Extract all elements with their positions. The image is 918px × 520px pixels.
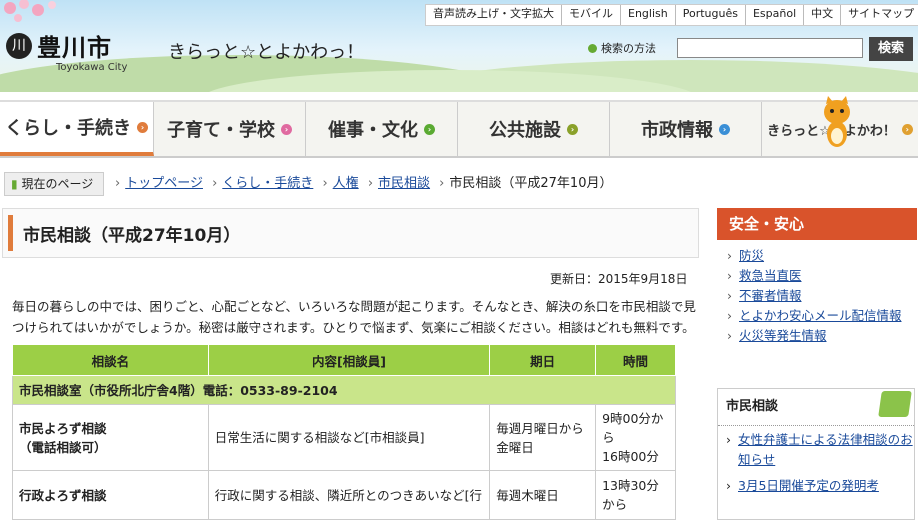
table-cell-date: 毎週木曜日 <box>489 470 597 520</box>
table-cell-name: 行政よろず相談 <box>12 470 209 520</box>
table-row: 行政よろず相談 行政に関する相談、隣近所とのつきあいなど[行 毎週木曜日 13時… <box>12 470 676 520</box>
link-text[interactable]: とよかわ安心メール配信情報 <box>739 308 902 323</box>
breadcrumb-current: 市民相談（平成27年10月） <box>449 176 613 191</box>
breadcrumb-here-label: ▮ 現在のページ <box>4 172 105 196</box>
link-text[interactable]: 3月5日開催予定の発明考 <box>738 478 879 493</box>
sidebar-link-emergency-doctor[interactable]: 救急当直医 <box>725 266 917 286</box>
search-input[interactable] <box>677 38 863 58</box>
nav-item-label: 公共施設 <box>489 120 561 141</box>
sidebar-link-invention[interactable]: 3月5日開催予定の発明考 <box>724 476 914 496</box>
table-cell-date: 毎週月曜日から金曜日 <box>489 404 597 471</box>
intro-text: 毎日の暮らしの中では、困りごと、心配ごとなど、いろいろな問題が起こります。そんな… <box>12 299 696 335</box>
sidebar-link-lawyer-consultation[interactable]: 女性弁護士による法律相談のお知らせ <box>724 430 914 470</box>
table-cell-content: 日常生活に関する相談など[市相談員] <box>207 404 491 471</box>
arrow-icon: › <box>719 123 730 135</box>
column-header: 期日 <box>489 344 597 376</box>
title-accent-bar <box>8 215 13 251</box>
table-cell-time: 9時00分から 16時00分 <box>595 404 676 471</box>
bullet-icon <box>588 44 597 53</box>
page-title-box: 市民相談（平成27年10月） <box>2 208 699 258</box>
group-label: 市民相談室（市役所北庁舎4階）電話：0533-89-2104 <box>12 375 676 405</box>
nav-item-city-info[interactable]: 市政情報 › <box>610 102 762 156</box>
arrow-icon: › <box>901 123 913 135</box>
link-text[interactable]: 女性弁護士による法律相談のお知らせ <box>738 432 913 467</box>
nav-item-events[interactable]: 催事・文化 › <box>306 102 458 156</box>
nav-item-facilities[interactable]: 公共施設 › <box>458 102 610 156</box>
column-header: 相談名 <box>12 344 209 376</box>
chevron-right-icon: › <box>322 176 328 191</box>
column-header: 内容[相談員] <box>207 344 491 376</box>
chevron-right-icon: › <box>367 176 374 191</box>
folder-icon <box>878 391 912 417</box>
nav-item-life[interactable]: くらし・手続き › <box>0 102 154 156</box>
home-icon: ▮ <box>11 177 18 191</box>
breadcrumb: ▮ 現在のページ › トップページ › くらし・手続き › 人権 › 市民相談 › 市民相… <box>0 172 918 196</box>
link-text[interactable]: 防災 <box>739 248 764 263</box>
sidebar-related: 市民相談 女性弁護士による法律相談のお知らせ 3月5日開催予定の発明考 <box>717 388 915 520</box>
link-text[interactable]: 救急当直医 <box>739 268 802 283</box>
city-name[interactable]: 豊川市 <box>37 28 112 63</box>
utility-link-read-aloud[interactable]: 音声読み上げ・文字拡大 <box>426 5 561 25</box>
table-cell-content: 行政に関する相談、隣近所とのつきあいなど[行 <box>207 470 491 520</box>
sidebar-link-disaster-prevention[interactable]: 防災 <box>725 246 917 266</box>
sidebar-link-fire-info[interactable]: 火災等発生情報 <box>725 326 917 346</box>
utility-link-english[interactable]: English <box>620 5 675 25</box>
column-header: 時間 <box>595 344 676 376</box>
cherry-blossom-icon <box>4 0 56 22</box>
updated-date: 更新日：2015年9月18日 <box>550 272 688 286</box>
nav-item-label: 市政情報 <box>641 120 713 141</box>
link-text[interactable]: 不審者情報 <box>739 288 802 303</box>
global-nav: くらし・手続き› 子育て・学校› 催事・文化› 公共施設› 市政情報› きらっと… <box>0 100 918 158</box>
nav-item-label: 子育て・学校 <box>167 120 275 141</box>
mascot-icon <box>824 96 850 147</box>
arrow-icon: › <box>424 123 435 135</box>
sidebar-related-header: 市民相談 <box>718 389 914 426</box>
breadcrumb-link-life[interactable]: くらし・手続き <box>222 176 313 191</box>
sidebar-link-suspicious-person[interactable]: 不審者情報 <box>725 286 917 306</box>
table-row: 市民よろず相談 （電話相談可） 日常生活に関する相談など[市相談員] 毎週月曜日… <box>12 404 676 471</box>
search-button[interactable]: 検索 <box>869 37 913 61</box>
tagline: きらっと☆とよかわっ！ <box>168 42 365 63</box>
search-help-label: 検索の方法 <box>601 42 656 55</box>
breadcrumb-link-human-rights[interactable]: 人権 <box>333 176 359 191</box>
sidebar-related-title: 市民相談 <box>726 399 779 414</box>
consultation-table: 相談名 内容[相談員] 期日 時間 市民相談室（市役所北庁舎4階）電話：0533… <box>12 344 676 520</box>
sidebar-related-list: 女性弁護士による法律相談のお知らせ 3月5日開催予定の発明考 <box>718 430 914 496</box>
table-header-row: 相談名 内容[相談員] 期日 時間 <box>12 344 676 376</box>
utility-link-chinese[interactable]: 中文 <box>803 5 840 25</box>
arrow-icon: › <box>567 123 578 135</box>
sidebar-safety: 安全・安心 防災 救急当直医 不審者情報 とよかわ安心メール配信情報 火災等発生… <box>717 208 917 346</box>
breadcrumb-link-top[interactable]: トップページ <box>125 176 203 191</box>
breadcrumb-trail: › トップページ › くらし・手続き › 人権 › 市民相談 › 市民相談（平成27年10… <box>110 172 612 196</box>
arrow-icon: › <box>137 121 148 133</box>
city-emblem-icon[interactable]: 川 <box>6 33 32 59</box>
table-group-row: 市民相談室（市役所北庁舎4階）電話：0533-89-2104 <box>12 375 676 405</box>
utility-link-sitemap[interactable]: サイトマップ <box>840 5 918 25</box>
sidebar-safety-title: 安全・安心 <box>717 208 917 240</box>
sidebar-link-safety-mail[interactable]: とよかわ安心メール配信情報 <box>725 306 917 326</box>
utility-link-spanish[interactable]: Español <box>744 5 803 25</box>
arrow-icon: › <box>281 123 292 135</box>
breadcrumb-link-consultation[interactable]: 市民相談 <box>378 176 430 191</box>
nav-item-label: くらし・手続き <box>5 118 131 139</box>
city-name-english: Toyokawa City <box>56 62 128 73</box>
nav-item-label: 催事・文化 <box>328 120 418 141</box>
chevron-right-icon: › <box>212 176 218 191</box>
breadcrumb-here-text: 現在のページ <box>21 177 94 191</box>
nav-item-childcare[interactable]: 子育て・学校 › <box>154 102 306 156</box>
table-cell-name: 市民よろず相談 （電話相談可） <box>12 404 209 471</box>
utility-link-portuguese[interactable]: Português <box>674 5 745 25</box>
link-text[interactable]: 火災等発生情報 <box>739 328 827 343</box>
chevron-right-icon: › <box>439 176 445 191</box>
utility-nav: 音声読み上げ・文字拡大 モバイル English Português Españ… <box>425 4 918 26</box>
chevron-right-icon: › <box>115 176 121 191</box>
search-help-link[interactable]: 検索の方法 <box>588 40 656 56</box>
page-title: 市民相談（平成27年10月） <box>23 226 241 246</box>
utility-link-mobile[interactable]: モバイル <box>561 5 620 25</box>
site-header: 音声読み上げ・文字拡大 モバイル English Português Españ… <box>0 0 918 92</box>
table-cell-time: 13時30分から <box>595 470 676 520</box>
sidebar-safety-list: 防災 救急当直医 不審者情報 とよかわ安心メール配信情報 火災等発生情報 <box>717 246 917 346</box>
